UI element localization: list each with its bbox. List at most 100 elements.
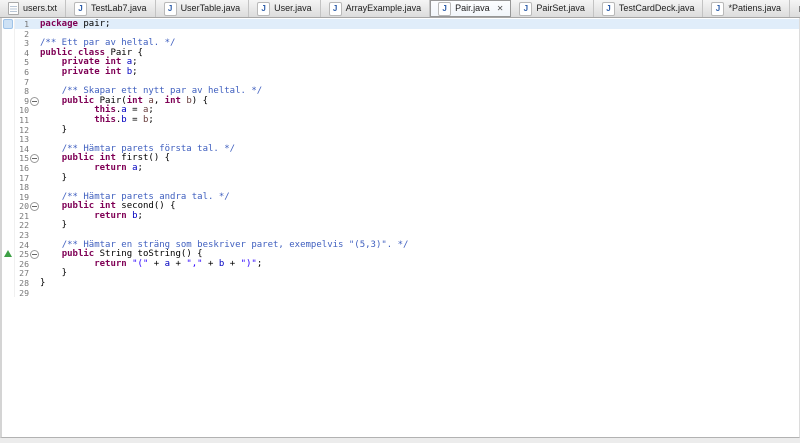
code-token: int (99, 201, 116, 212)
code-line[interactable]: 26 return "(" + a + "," + b + ")"; (2, 258, 799, 269)
editor-window: users.txt J TestLab7.java J UserTable.java J U… (0, 0, 800, 443)
line-number: 17 (19, 172, 29, 183)
code-line[interactable]: 27 } (2, 268, 799, 278)
code-line[interactable]: 23 (2, 230, 799, 240)
code-line[interactable]: 18 (2, 182, 799, 192)
code-line[interactable]: 3 /** Ett par av heltal. */ (2, 38, 799, 48)
code-token: this (94, 105, 116, 116)
code-line[interactable]: 15 public int first() { (2, 153, 799, 164)
java-file-icon: J (328, 1, 342, 16)
code-line[interactable]: 22 } (2, 220, 799, 230)
code-line[interactable]: 12 } (2, 124, 799, 135)
fold-ruler-cell (29, 220, 40, 230)
tab-user-java[interactable]: J User.java (249, 0, 321, 17)
code-line[interactable]: 13 (2, 134, 799, 144)
code-line[interactable]: 20 public int second() { (2, 201, 799, 212)
code-token: int (164, 95, 181, 106)
fold-ruler-cell (29, 173, 40, 183)
line-number: 15 (19, 153, 29, 164)
annotation-ruler-cell (2, 86, 15, 96)
tab-arrayexample-java[interactable]: J ArrayExample.java (321, 0, 431, 17)
code-token: ; (137, 210, 143, 221)
text-file-icon (8, 2, 19, 15)
code-token: ; (132, 66, 138, 77)
code-line[interactable]: 6 private int b; (2, 66, 799, 77)
fold-ruler-cell (29, 125, 40, 135)
code-token: "(" (132, 258, 149, 269)
code-text: this.a = a; (40, 105, 799, 115)
line-number: 11 (19, 114, 29, 125)
tab-label: users.txt (23, 3, 58, 13)
line-number: 22 (19, 220, 29, 231)
code-token: return (94, 162, 127, 173)
fold-ruler-cell (29, 230, 40, 240)
code-line[interactable]: 5 private int a; (2, 57, 799, 67)
code-token: + (170, 258, 187, 269)
java-file-icon: J (519, 1, 533, 16)
line-number: 13 (19, 134, 29, 145)
line-number: 20 (19, 201, 29, 212)
code-line[interactable]: 28} (2, 278, 799, 288)
code-line[interactable]: 19 /** Hämtar parets andra tal. */ (2, 191, 799, 202)
code-line[interactable]: 11 this.b = b; (2, 114, 799, 125)
code-line[interactable]: 21 return b; (2, 210, 799, 221)
tab-usertable-java[interactable]: J UserTable.java (156, 0, 250, 17)
line-number: 21 (19, 210, 29, 221)
override-marker-icon[interactable] (4, 250, 12, 258)
annotation-ruler-cell (2, 95, 15, 106)
fold-ruler-cell (29, 77, 40, 87)
code-line[interactable]: 16 return a; (2, 162, 799, 173)
line-number: 8 (24, 86, 29, 97)
tab-testlab7-java[interactable]: J TestLab7.java (66, 0, 156, 17)
code-line[interactable]: 4 public class Pair { (2, 47, 799, 58)
fold-ruler-cell (29, 144, 40, 154)
code-editor[interactable]: 1 package pair; 2 3 /** Ett par av heltal. *… (0, 18, 800, 438)
tab-testcarddeck-java[interactable]: J TestCardDeck.java (594, 0, 704, 17)
code-line[interactable]: 10 this.a = a; (2, 105, 799, 115)
tab-label: Pair.java (455, 3, 490, 13)
annotation-ruler-cell (2, 66, 15, 77)
annotation-ruler-cell (2, 172, 15, 183)
tab-label: TestCardDeck.java (618, 3, 695, 13)
line-number: 14 (19, 143, 29, 154)
tab-users-txt[interactable]: users.txt (0, 0, 67, 17)
fold-ruler-cell (29, 86, 40, 96)
current-line-marker-icon (3, 19, 13, 29)
line-number: 27 (19, 268, 29, 279)
fold-ruler-cell (29, 115, 40, 125)
tab-pairset-java[interactable]: J PairSet.java (511, 0, 594, 17)
annotation-ruler-cell (2, 287, 15, 298)
code-line[interactable]: 14 /** Hämtar parets första tal. */ (2, 143, 799, 154)
code-line[interactable]: 7 (2, 76, 799, 87)
line-number: 12 (19, 124, 29, 135)
code-text: } (40, 220, 799, 230)
code-line[interactable]: 1 package pair; (2, 19, 799, 29)
code-line[interactable]: 9 public Pair(int a, int b) { (2, 95, 799, 106)
code-line[interactable]: 17 } (2, 172, 799, 183)
code-line[interactable]: 2 (2, 28, 799, 39)
code-text: private int b; (40, 67, 799, 77)
java-file-icon: J (438, 1, 452, 16)
code-line[interactable]: 25 public String toString() { (2, 249, 799, 260)
line-number: 19 (19, 191, 29, 202)
code-text: } (40, 173, 799, 183)
line-number: 7 (24, 76, 29, 87)
line-number: 4 (24, 47, 29, 58)
code-line[interactable]: 29 (2, 287, 799, 298)
java-file-icon: J (711, 1, 725, 16)
code-line[interactable]: 8 /** Skapar ett nytt par av heltal. */ (2, 86, 799, 96)
tab-pair-java[interactable]: J Pair.java ✕ (430, 0, 512, 17)
code-token: = (126, 114, 143, 125)
line-number: 25 (19, 249, 29, 260)
tab-patiens-java[interactable]: J *Patiens.java (703, 0, 790, 17)
code-token: return (94, 210, 127, 221)
code-line[interactable]: 24 /** Hämtar en sträng som beskriver pa… (2, 239, 799, 250)
close-icon[interactable]: ✕ (497, 4, 504, 13)
code-token: package (40, 19, 78, 29)
code-text: return "(" + a + "," + b + ")"; (40, 259, 799, 269)
